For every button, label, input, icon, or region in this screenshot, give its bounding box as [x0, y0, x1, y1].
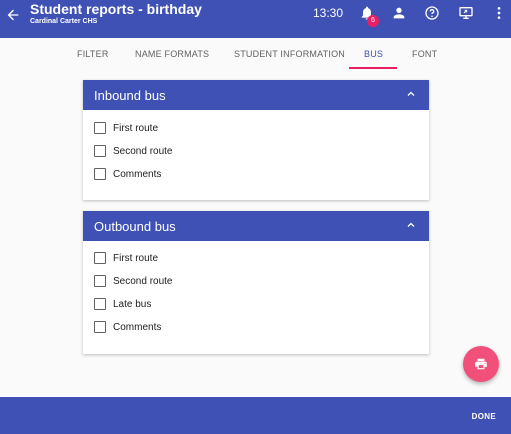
inbound-first-route-option[interactable]: First route — [94, 121, 158, 135]
tab-filter[interactable]: FILTER — [77, 49, 109, 59]
outbound-first-route-option[interactable]: First route — [94, 251, 158, 265]
inbound-comments-option[interactable]: Comments — [94, 167, 161, 181]
help-circle-icon[interactable] — [424, 5, 440, 21]
tab-student-information[interactable]: STUDENT INFORMATION — [234, 49, 345, 59]
inbound-bus-header[interactable]: Inbound bus — [83, 80, 429, 110]
chevron-up-icon[interactable] — [405, 88, 417, 100]
option-label: Comments — [113, 321, 162, 333]
option-label: Late bus — [113, 298, 152, 310]
option-label: Second route — [113, 145, 173, 157]
active-tab-indicator — [349, 67, 397, 69]
checkbox[interactable] — [94, 122, 106, 134]
screen-share-icon[interactable] — [458, 5, 474, 21]
arrow-left-icon[interactable] — [5, 7, 21, 23]
notification-badge: 6 — [367, 15, 379, 27]
checkbox[interactable] — [94, 298, 106, 310]
outbound-comments-option[interactable]: Comments — [94, 320, 161, 334]
inbound-bus-title: Inbound bus — [94, 88, 166, 103]
chevron-up-icon[interactable] — [405, 219, 417, 231]
bottom-bar: DONE — [0, 397, 511, 434]
inbound-bus-panel: Inbound bus First route Second route Com… — [83, 80, 429, 200]
option-label: Comments — [113, 168, 162, 180]
checkbox[interactable] — [94, 252, 106, 264]
outbound-bus-panel: Outbound bus First route Second route La… — [83, 211, 429, 354]
app-bar: Student reports - birthday Cardinal Cart… — [0, 0, 511, 38]
checkbox[interactable] — [94, 275, 106, 287]
outbound-bus-title: Outbound bus — [94, 219, 176, 234]
outbound-late-bus-option[interactable]: Late bus — [94, 297, 151, 311]
page-title: Student reports - birthday — [30, 1, 202, 17]
tab-bus[interactable]: BUS — [364, 49, 383, 59]
print-button[interactable] — [463, 346, 499, 382]
print-icon — [475, 358, 487, 370]
checkbox[interactable] — [94, 145, 106, 157]
checkbox[interactable] — [94, 321, 106, 333]
school-name: Cardinal Carter CHS — [30, 18, 98, 25]
outbound-bus-header[interactable]: Outbound bus — [83, 211, 429, 241]
checkbox[interactable] — [94, 168, 106, 180]
tab-name-formats[interactable]: NAME FORMATS — [135, 49, 209, 59]
clock: 13:30 — [313, 6, 344, 20]
more-vert-icon[interactable] — [491, 5, 507, 21]
done-button[interactable]: DONE — [472, 412, 496, 421]
option-label: First route — [113, 252, 159, 264]
tab-bar: FILTER NAME FORMATS STUDENT INFORMATION … — [0, 38, 511, 70]
tab-font[interactable]: FONT — [412, 49, 437, 59]
inbound-second-route-option[interactable]: Second route — [94, 144, 173, 158]
option-label: Second route — [113, 275, 173, 287]
person-icon[interactable] — [391, 5, 407, 21]
outbound-second-route-option[interactable]: Second route — [94, 274, 173, 288]
option-label: First route — [113, 122, 159, 134]
